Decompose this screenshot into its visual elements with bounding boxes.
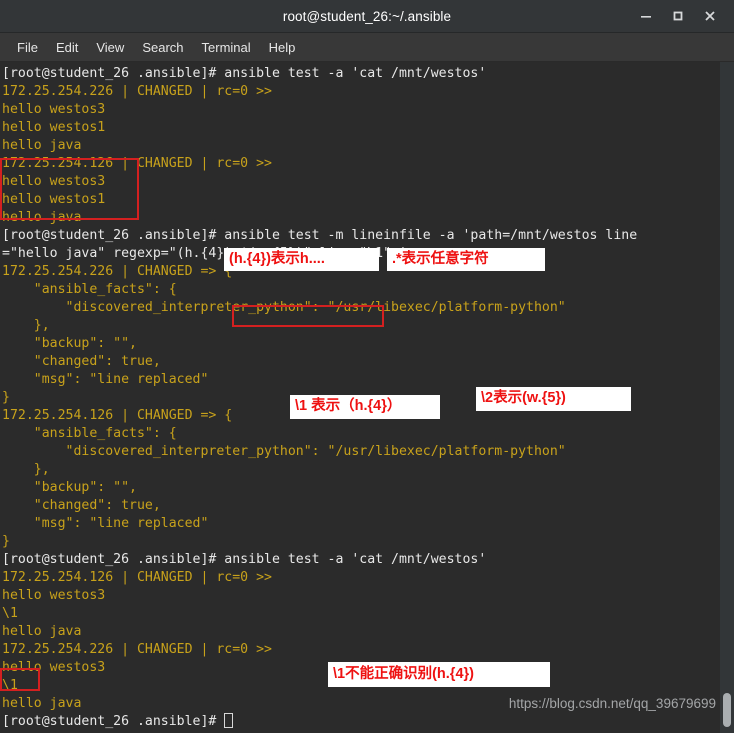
terminal-cursor: [224, 713, 233, 728]
terminal-line: hello westos3: [2, 588, 106, 603]
terminal-line: [root@student_26 .ansible]#: [2, 713, 718, 731]
terminal-line: "ansible_facts": {: [2, 426, 177, 441]
terminal-line: hello westos3: [2, 174, 106, 189]
terminal-line: hello westos3: [2, 102, 106, 117]
terminal-scrollbar[interactable]: [720, 62, 734, 733]
annotation-backref-2: \2表示(w.{5}): [476, 387, 631, 411]
window-title: root@student_26:~/.ansible: [282, 8, 452, 24]
terminal-line: "backup": "",: [2, 480, 137, 495]
terminal-line: [root@student_26 .ansible]# ansible test…: [2, 552, 487, 567]
terminal-line: }: [2, 534, 10, 549]
terminal-line: [root@student_26 .ansible]# ansible test…: [2, 228, 638, 243]
terminal-line: 172.25.254.126 | CHANGED | rc=0 >>: [2, 570, 272, 585]
annotation-dot-star: .*表示任意字符: [387, 248, 545, 271]
minimize-icon[interactable]: [630, 0, 662, 32]
menu-item-edit[interactable]: Edit: [47, 37, 87, 58]
menu-bar: File Edit View Search Terminal Help: [0, 33, 734, 62]
terminal-line: 172.25.254.226 | CHANGED | rc=0 >>: [2, 642, 272, 657]
terminal-line: hello java: [2, 624, 82, 639]
terminal-line: \1: [2, 606, 18, 621]
menu-item-file[interactable]: File: [8, 37, 47, 58]
menu-item-help[interactable]: Help: [260, 37, 305, 58]
menu-item-view[interactable]: View: [87, 37, 133, 58]
window-controls: [630, 0, 726, 32]
terminal-line: "ansible_facts": {: [2, 282, 177, 297]
terminal-line: "changed": true,: [2, 498, 161, 513]
terminal-line: hello westos1: [2, 120, 106, 135]
menu-item-search[interactable]: Search: [133, 37, 192, 58]
watermark-text: https://blog.csdn.net/qq_39679699: [508, 696, 716, 711]
terminal-line: hello westos1: [2, 192, 106, 207]
terminal-line: "changed": true,: [2, 354, 161, 369]
terminal-window: root@student_26:~/.ansible File Edit Vie…: [0, 0, 734, 733]
terminal-line: [root@student_26 .ansible]# ansible test…: [2, 66, 487, 81]
terminal-line: 172.25.254.126 | CHANGED | rc=0 >>: [2, 156, 272, 171]
terminal-line: "discovered_interpreter_python": "/usr/l…: [2, 300, 566, 315]
scrollbar-thumb[interactable]: [723, 693, 731, 727]
terminal-output-area[interactable]: [root@student_26 .ansible]# ansible test…: [0, 62, 734, 733]
terminal-line: 172.25.254.226 | CHANGED | rc=0 >>: [2, 84, 272, 99]
terminal-line: "msg": "line replaced": [2, 516, 209, 531]
terminal-line: },: [2, 462, 50, 477]
terminal-line: hello java: [2, 210, 82, 225]
terminal-line: "discovered_interpreter_python": "/usr/l…: [2, 444, 566, 459]
menu-item-terminal[interactable]: Terminal: [193, 37, 260, 58]
title-bar: root@student_26:~/.ansible: [0, 0, 734, 33]
terminal-line: hello java: [2, 138, 82, 153]
maximize-icon[interactable]: [662, 0, 694, 32]
annotation-h4-meaning: (h.{4})表示h....: [224, 248, 379, 271]
annotation-backref-1: \1 表示（h.{4}）: [290, 395, 440, 419]
annotation-backref-fail: \1不能正确识别(h.{4}): [328, 662, 550, 687]
terminal-line: "backup": "",: [2, 336, 137, 351]
terminal-line: },: [2, 318, 50, 333]
close-icon[interactable]: [694, 0, 726, 32]
